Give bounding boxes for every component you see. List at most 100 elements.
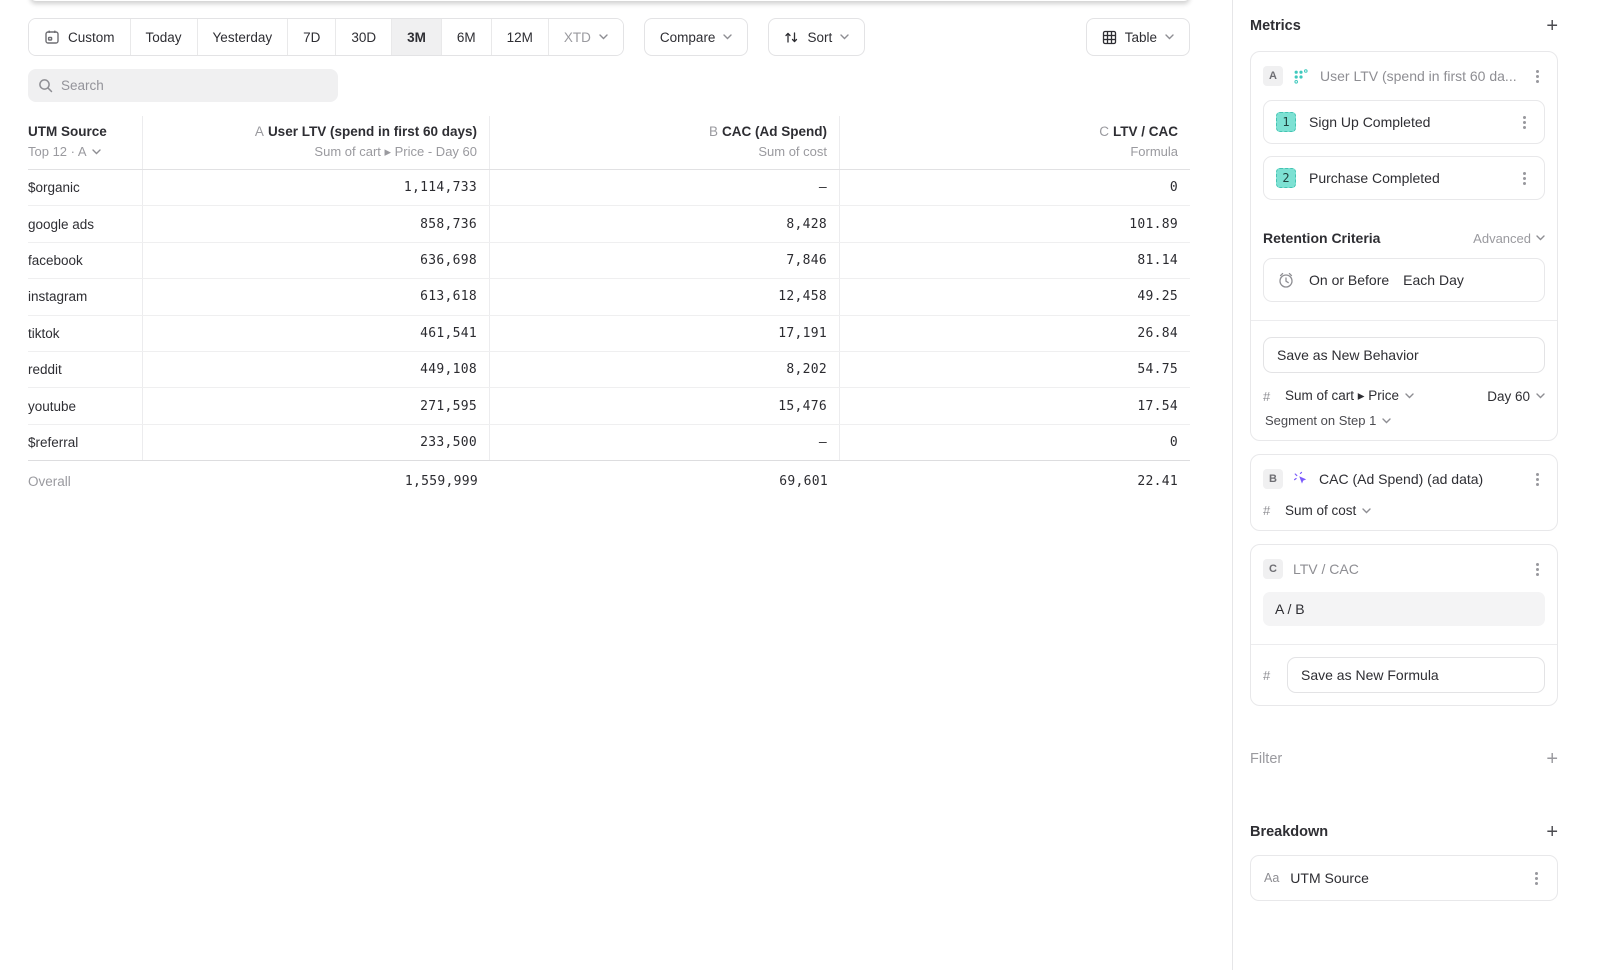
kebab-menu-icon[interactable] <box>1528 870 1544 886</box>
row-header-title: UTM Source <box>28 124 130 139</box>
number-type-icon: # <box>1263 389 1277 404</box>
column-header-a[interactable]: AUser LTV (spend in first 60 days) Sum o… <box>143 116 490 169</box>
date-range-7d[interactable]: 7D <box>288 19 336 55</box>
retention-condition[interactable]: On or Before Each Day <box>1263 258 1545 302</box>
add-metric-button[interactable]: + <box>1546 16 1558 36</box>
row-header-cell[interactable]: UTM Source Top 12 · A <box>28 116 143 169</box>
table-row[interactable]: $organic 1,114,733 – 0 <box>28 170 1190 206</box>
kebab-menu-icon[interactable] <box>1529 561 1545 577</box>
metric-card-b: B CAC (Ad Spend) (ad data) # Sum of cost <box>1250 454 1558 531</box>
breakdown-title: Breakdown <box>1250 824 1328 840</box>
search-input[interactable] <box>61 78 328 93</box>
chevron-down-icon <box>1362 508 1371 514</box>
query-builder-sidebar: Metrics + A User LTV (spend in first 60 … <box>1232 0 1600 970</box>
column-header-b[interactable]: BCAC (Ad Spend) Sum of cost <box>490 116 840 169</box>
date-range-12m[interactable]: 12M <box>492 19 549 55</box>
step-number-badge: 1 <box>1276 112 1296 132</box>
kebab-menu-icon[interactable] <box>1516 114 1532 130</box>
metric-letter-badge: C <box>1263 559 1283 579</box>
metric-a-aggregation-row: # Sum of cart ▸ Price Day 60 <box>1263 388 1545 404</box>
sort-arrows-icon <box>784 31 799 44</box>
metric-letter-badge: A <box>1263 66 1283 86</box>
string-type-icon: Aa <box>1264 871 1279 885</box>
ai-event-icon <box>1293 471 1309 487</box>
table-row[interactable]: google ads 858,736 8,428 101.89 <box>28 206 1190 242</box>
compare-button[interactable]: Compare <box>644 18 749 56</box>
top-panel-edge <box>30 0 1190 1</box>
chevron-down-icon <box>1536 235 1545 241</box>
retention-criteria-header: Retention Criteria Advanced <box>1263 230 1545 246</box>
calendar-icon <box>44 29 60 45</box>
filter-title: Filter <box>1250 751 1282 767</box>
metric-a-title: User LTV (spend in first 60 da... <box>1320 68 1519 84</box>
save-as-new-formula-button[interactable]: Save as New Formula <box>1287 657 1545 693</box>
metric-b-header[interactable]: B CAC (Ad Spend) (ad data) <box>1263 467 1545 491</box>
table-row[interactable]: $referral 233,500 – 0 <box>28 425 1190 461</box>
formula-save-row: # Save as New Formula <box>1263 657 1545 693</box>
breakdown-item-utm-source[interactable]: Aa UTM Source <box>1250 855 1558 901</box>
table-row[interactable]: facebook 636,698 7,846 81.14 <box>28 243 1190 279</box>
column-header-c[interactable]: CLTV / CAC Formula <box>840 116 1190 169</box>
kebab-menu-icon[interactable] <box>1529 471 1545 487</box>
chevron-down-icon <box>840 34 849 40</box>
add-breakdown-button[interactable]: + <box>1546 822 1558 842</box>
alarm-clock-icon <box>1277 271 1295 289</box>
chevron-down-icon <box>1536 393 1545 399</box>
insights-app: Custom Today Yesterday 7D 30D 3M 6M 12M … <box>0 0 1600 970</box>
sort-button[interactable]: Sort <box>768 18 865 56</box>
table-overall-row: Overall 1,559,999 69,601 22.41 <box>28 460 1190 502</box>
date-range-today[interactable]: Today <box>131 19 198 55</box>
chevron-down-icon <box>599 34 608 40</box>
segment-on-step-dropdown[interactable]: Segment on Step 1 <box>1263 413 1545 428</box>
date-range-control: Custom Today Yesterday 7D 30D 3M 6M 12M … <box>28 18 624 56</box>
metric-card-c: C LTV / CAC A / B # Save as New Formula <box>1250 544 1558 706</box>
aggregation-dropdown[interactable]: Sum of cart ▸ Price <box>1285 388 1414 404</box>
table-row[interactable]: instagram 613,618 12,458 49.25 <box>28 279 1190 315</box>
metric-c-title: LTV / CAC <box>1293 561 1519 577</box>
date-range-3m-selected[interactable]: 3M <box>392 19 442 55</box>
retention-mode-dropdown[interactable]: Advanced <box>1473 231 1545 246</box>
row-header-subtitle[interactable]: Top 12 · A <box>28 144 130 159</box>
window-dropdown[interactable]: Day 60 <box>1487 389 1545 404</box>
chevron-down-icon <box>1165 34 1174 40</box>
number-type-icon: # <box>1263 503 1277 518</box>
toolbar: Custom Today Yesterday 7D 30D 3M 6M 12M … <box>28 18 1190 56</box>
aggregation-dropdown[interactable]: Sum of cost <box>1285 503 1371 518</box>
behavioral-metric-icon <box>1293 68 1310 85</box>
metric-c-header[interactable]: C LTV / CAC <box>1263 557 1545 581</box>
divider <box>1251 320 1557 321</box>
divider <box>1251 644 1557 645</box>
date-range-xtd[interactable]: XTD <box>549 19 623 55</box>
kebab-menu-icon[interactable] <box>1529 68 1545 84</box>
table-row[interactable]: youtube 271,595 15,476 17.54 <box>28 388 1190 424</box>
add-filter-button[interactable]: + <box>1546 749 1558 769</box>
number-type-icon: # <box>1263 668 1277 683</box>
breakdown-section-header: Breakdown + <box>1250 820 1558 844</box>
metric-card-a: A User LTV (spend in first 60 da... 1 Si… <box>1250 51 1558 441</box>
date-range-yesterday[interactable]: Yesterday <box>198 19 289 55</box>
chart-type-button[interactable]: Table <box>1086 18 1190 56</box>
step-number-badge: 2 <box>1276 168 1296 188</box>
chevron-down-icon <box>1382 418 1391 424</box>
search-bar[interactable] <box>28 69 338 102</box>
funnel-step-2[interactable]: 2 Purchase Completed <box>1263 156 1545 200</box>
table-row[interactable]: tiktok 461,541 17,191 26.84 <box>28 316 1190 352</box>
kebab-menu-icon[interactable] <box>1516 170 1532 186</box>
date-range-6m[interactable]: 6M <box>442 19 492 55</box>
metric-letter-badge: B <box>1263 469 1283 489</box>
funnel-step-1[interactable]: 1 Sign Up Completed <box>1263 100 1545 144</box>
metric-a-header[interactable]: A User LTV (spend in first 60 da... <box>1263 64 1545 88</box>
metric-b-aggregation-row: # Sum of cost <box>1263 503 1545 518</box>
main-content: Custom Today Yesterday 7D 30D 3M 6M 12M … <box>0 0 1232 970</box>
chevron-down-icon <box>723 34 732 40</box>
date-range-30d[interactable]: 30D <box>336 19 392 55</box>
save-as-new-behavior-button[interactable]: Save as New Behavior <box>1263 337 1545 373</box>
metrics-section-header: Metrics + <box>1250 14 1558 38</box>
date-range-custom[interactable]: Custom <box>29 19 131 55</box>
chevron-down-icon <box>1405 393 1414 399</box>
search-icon <box>38 78 53 93</box>
formula-input[interactable]: A / B <box>1263 592 1545 626</box>
table-row[interactable]: reddit 449,108 8,202 54.75 <box>28 352 1190 388</box>
metric-b-title: CAC (Ad Spend) (ad data) <box>1319 471 1519 487</box>
chevron-down-icon <box>92 149 101 155</box>
